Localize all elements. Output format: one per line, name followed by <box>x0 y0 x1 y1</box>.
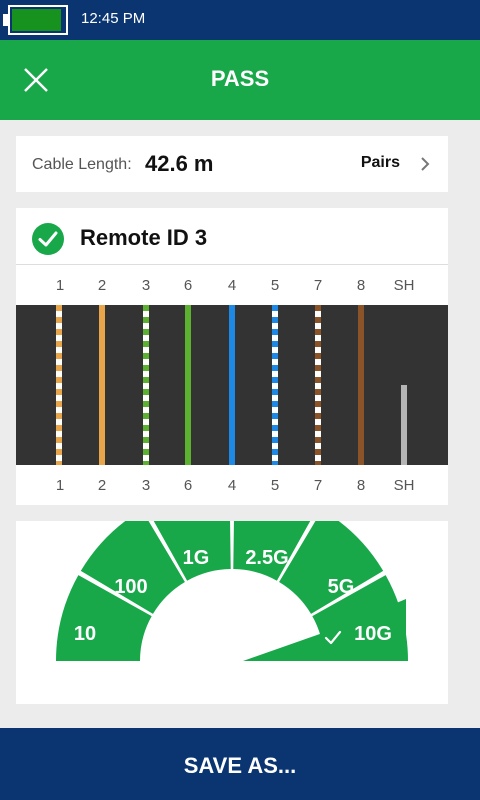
divider <box>16 264 448 265</box>
pin-label-bottom: 4 <box>227 477 237 494</box>
pin-label-bottom: 8 <box>356 477 366 494</box>
pin-label-bottom: SH <box>393 477 415 494</box>
wire-pin-2 <box>99 305 105 465</box>
speed-label-10: 10 <box>74 623 96 645</box>
result-header: PASS <box>0 40 480 120</box>
remote-id-label: Remote ID 3 <box>80 225 208 250</box>
battery-icon <box>8 5 68 35</box>
wire-pin-4 <box>229 305 235 465</box>
pin-label-top: SH <box>393 277 415 294</box>
pin-label-top: 6 <box>183 277 193 294</box>
pin-label-bottom: 2 <box>97 477 107 494</box>
speed-label-100: 100 <box>114 576 147 598</box>
pin-label-bottom: 6 <box>183 477 193 494</box>
wire-pin-8 <box>358 305 364 465</box>
pin-label-top: 4 <box>227 277 237 294</box>
wire-pin-3 <box>143 305 149 465</box>
wiremap-diagram <box>16 305 448 465</box>
wire-pin-5 <box>272 305 278 465</box>
pin-label-bottom: 3 <box>141 477 151 494</box>
speed-gauge: 10 100 1G 2.5G 5G 10G <box>56 521 408 661</box>
speed-label-5g: 5G <box>328 576 355 598</box>
pin-label-bottom: 1 <box>55 477 65 494</box>
pin-label-top: 2 <box>97 277 107 294</box>
speed-label-1g: 1G <box>183 547 210 569</box>
battery-terminal <box>3 14 9 26</box>
cable-length-row[interactable]: Cable Length: 42.6 m Pairs <box>16 136 448 192</box>
cable-length-value: 42.6 m <box>145 151 214 176</box>
wire-pin-6 <box>185 305 191 465</box>
cable-length-label: Cable Length: <box>32 156 132 173</box>
clock: 12:45 PM <box>81 10 146 27</box>
wire-shield <box>401 385 407 465</box>
save-as-button[interactable]: SAVE AS... <box>0 728 480 800</box>
pin-label-top: 3 <box>141 277 151 294</box>
wire-pin-1 <box>56 305 62 465</box>
speed-label-2-5g: 2.5G <box>245 547 288 569</box>
result-title: PASS <box>210 66 270 91</box>
check-circle-icon <box>32 223 64 255</box>
battery-level-fill <box>12 9 62 31</box>
pin-label-bottom: 7 <box>313 477 323 494</box>
speed-gauge-card: 10 100 1G 2.5G 5G 10G <box>16 521 448 704</box>
speed-label-10g: 10G <box>354 623 392 645</box>
pin-label-top: 1 <box>55 277 65 294</box>
chevron-right-icon[interactable] <box>418 154 432 174</box>
save-as-label: SAVE AS... <box>183 753 297 778</box>
pairs-link[interactable]: Pairs <box>361 154 400 172</box>
pin-label-top: 5 <box>270 277 280 294</box>
pin-label-top: 8 <box>356 277 366 294</box>
status-bar: 12:45 PM <box>0 0 480 40</box>
pin-label-bottom: 5 <box>270 477 280 494</box>
pin-label-top: 7 <box>313 277 323 294</box>
wire-pin-7 <box>315 305 321 465</box>
wiremap-card: Remote ID 3 1 2 3 6 4 5 7 8 SH 1 2 3 6 4… <box>16 208 448 505</box>
